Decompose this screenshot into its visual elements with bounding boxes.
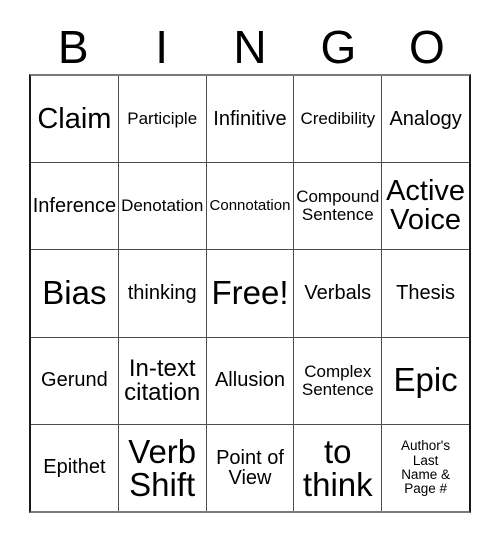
bingo-cell-label: Credibility xyxy=(300,109,376,129)
bingo-header-letter-i: I xyxy=(155,21,168,73)
bingo-cell-free-space[interactable]: Free! xyxy=(205,250,294,337)
bingo-cell-label: In-text citation xyxy=(124,354,201,406)
bingo-cell[interactable]: Denotation xyxy=(117,163,206,250)
bingo-cell[interactable]: Epithet xyxy=(31,424,118,512)
bingo-cell[interactable]: Epic xyxy=(381,337,469,424)
bingo-row: Epithet Verb Shift Point of View to thin… xyxy=(31,423,469,512)
bingo-grid: Claim Participle Infinitive Credibility … xyxy=(29,74,471,513)
bingo-cell-label: Bias xyxy=(42,274,107,312)
bingo-header-letter-g: G xyxy=(320,21,357,73)
bingo-cell-label: Claim xyxy=(37,102,112,135)
bingo-card: B I N G O Claim Participle Infinitive Cr… xyxy=(0,0,500,544)
bingo-header-letter-n: N xyxy=(233,21,267,73)
bingo-cell[interactable]: Bias xyxy=(31,250,118,337)
bingo-cell[interactable]: Compound Sentence xyxy=(293,163,382,250)
bingo-cell[interactable]: Infinitive xyxy=(205,76,294,163)
bingo-header-row: B I N G O xyxy=(29,20,471,74)
bingo-cell-label: thinking xyxy=(127,281,197,304)
bingo-header-letter-b: B xyxy=(57,21,89,73)
bingo-row: Gerund In-text citation Allusion Complex… xyxy=(31,336,469,424)
bingo-cell-label: Epic xyxy=(393,361,458,399)
bingo-cell-label: Inference xyxy=(32,194,117,217)
bingo-cell[interactable]: Inference xyxy=(31,163,118,250)
bingo-cell-label: Verb Shift xyxy=(128,432,197,503)
bingo-cell-label: to think xyxy=(302,432,373,503)
bingo-row: Inference Denotation Connotation Compoun… xyxy=(31,162,469,250)
bingo-header-letter-o: O xyxy=(408,21,445,73)
bingo-cell-label: Point of View xyxy=(216,446,284,489)
bingo-cell[interactable]: Participle xyxy=(117,76,206,163)
bingo-cell[interactable]: Allusion xyxy=(205,337,294,424)
bingo-cell-label: Participle xyxy=(127,109,198,129)
bingo-cell[interactable]: Credibility xyxy=(293,76,382,163)
bingo-cell-label: Author's Last Name & Page # xyxy=(401,438,451,497)
bingo-cell[interactable]: Thesis xyxy=(381,250,469,337)
bingo-row: Claim Participle Infinitive Credibility … xyxy=(31,76,469,163)
bingo-cell[interactable]: Analogy xyxy=(381,76,469,163)
bingo-cell[interactable]: to think xyxy=(293,424,382,512)
bingo-cell[interactable]: Connotation xyxy=(205,163,294,250)
bingo-cell[interactable]: Author's Last Name & Page # xyxy=(381,424,469,512)
bingo-cell[interactable]: Complex Sentence xyxy=(293,337,382,424)
bingo-cell-label: Gerund xyxy=(41,369,108,392)
bingo-row: Bias thinking Free! Verbals Thesis xyxy=(31,249,469,337)
bingo-cell[interactable]: Verb Shift xyxy=(117,424,206,512)
bingo-cell-label: Allusion xyxy=(214,369,286,392)
bingo-cell[interactable]: In-text citation xyxy=(117,337,206,424)
bingo-cell-label: Infinitive xyxy=(213,107,287,130)
bingo-cell-label: Thesis xyxy=(396,281,456,304)
bingo-cell[interactable]: Verbals xyxy=(293,250,382,337)
bingo-cell-label: Analogy xyxy=(389,107,462,130)
bingo-cell[interactable]: Gerund xyxy=(31,337,118,424)
bingo-cell-label: Denotation xyxy=(121,196,204,216)
bingo-cell-label: Complex Sentence xyxy=(301,361,374,399)
bingo-cell[interactable]: Active Voice xyxy=(381,163,469,250)
bingo-cell[interactable]: Point of View xyxy=(205,424,294,512)
bingo-cell-label: Verbals xyxy=(304,281,372,304)
bingo-cell[interactable]: Claim xyxy=(31,76,118,163)
bingo-cell[interactable]: thinking xyxy=(117,250,206,337)
bingo-cell-label: Connotation xyxy=(209,197,291,215)
bingo-cell-label: Free! xyxy=(211,274,289,312)
bingo-cell-label: Epithet xyxy=(43,456,106,479)
bingo-cell-label: Active Voice xyxy=(386,175,466,237)
bingo-cell-label: Compound Sentence xyxy=(296,187,380,225)
